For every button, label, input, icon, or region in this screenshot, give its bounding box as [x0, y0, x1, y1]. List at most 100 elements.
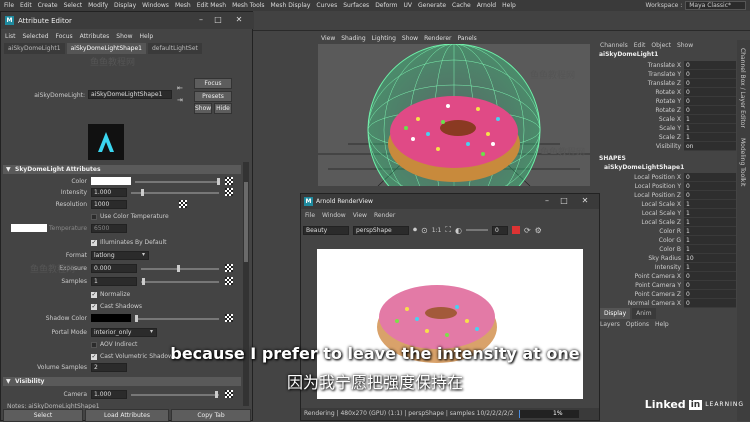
cb-row[interactable]: Rotate Y0 — [596, 97, 736, 106]
camera-slider[interactable] — [131, 391, 219, 398]
copy-tab-button[interactable]: Copy Tab — [171, 409, 251, 422]
vp-menu-shading[interactable]: Shading — [341, 35, 365, 42]
menu-modify[interactable]: Modify — [88, 2, 108, 9]
rv-minimize-icon[interactable]: – — [541, 196, 553, 205]
layer-menu-help[interactable]: Help — [655, 321, 669, 328]
intensity-slider[interactable] — [131, 189, 219, 196]
menu-edit[interactable]: Edit — [20, 2, 32, 9]
maximize-icon[interactable]: □ — [212, 15, 224, 24]
exposure-slider-rv[interactable] — [465, 229, 488, 231]
format-dropdown[interactable]: latlong — [91, 251, 149, 260]
samples-field[interactable]: 1 — [91, 277, 137, 286]
menu-select[interactable]: Select — [64, 2, 83, 9]
cb-row[interactable]: Rotate Z0 — [596, 106, 736, 115]
node-next-icon[interactable]: ⇥ — [177, 96, 183, 104]
vp-menu-panels[interactable]: Panels — [457, 35, 476, 42]
exposure-slider[interactable] — [141, 265, 219, 272]
color-correct-icon[interactable]: ◐ — [455, 226, 462, 235]
cb-row[interactable]: Local Position X0 — [596, 173, 736, 182]
color-slider[interactable] — [135, 178, 220, 185]
select-button[interactable]: Select — [3, 409, 83, 422]
cb-row[interactable]: Point Camera Z0 — [596, 290, 736, 299]
color-swatch[interactable] — [91, 177, 131, 185]
cb-row[interactable]: Translate Z0 — [596, 79, 736, 88]
menu-generate[interactable]: Generate — [418, 2, 446, 9]
menu-mesh-display[interactable]: Mesh Display — [271, 2, 311, 9]
menu-uv[interactable]: UV — [404, 2, 413, 9]
stop-render-icon[interactable] — [511, 226, 520, 234]
vp-menu-view[interactable]: View — [321, 35, 335, 42]
cb-row[interactable]: Translate Y0 — [596, 70, 736, 79]
settings-gear-icon[interactable]: ⚙ — [535, 226, 542, 235]
rv-menu-view[interactable]: View — [353, 212, 367, 219]
close-icon[interactable]: ✕ — [233, 15, 245, 24]
tab-modeling-toolkit[interactable]: Modeling Toolkit — [737, 136, 748, 188]
illuminates-default-checkbox[interactable]: ✓ Illuminates By Default — [91, 239, 166, 246]
menu-cache[interactable]: Cache — [452, 2, 471, 9]
cb-shape-name[interactable]: aiSkyDomeLightShape1 — [596, 164, 736, 173]
cb-menu-edit[interactable]: Edit — [634, 42, 646, 49]
rv-close-icon[interactable]: ✕ — [579, 196, 591, 205]
menu-mesh[interactable]: Mesh — [175, 2, 191, 9]
ae-menu-selected[interactable]: Selected — [23, 33, 49, 40]
intensity-map-icon[interactable] — [225, 188, 233, 196]
render-icon[interactable]: ⏺ — [413, 225, 417, 235]
cb-row[interactable]: Sky Radius 10 — [596, 254, 736, 263]
cb-row[interactable]: Color G1 — [596, 236, 736, 245]
menu-mesh-tools[interactable]: Mesh Tools — [232, 2, 264, 9]
layer-menu-options[interactable]: Options — [626, 321, 649, 328]
tab-channel-box-layer-editor[interactable]: Channel Box / Layer Editor — [737, 46, 748, 130]
cb-row[interactable]: Local Scale Z1 — [596, 218, 736, 227]
cb-row[interactable]: Rotate X0 — [596, 88, 736, 97]
portal-mode-dropdown[interactable]: interior_only — [91, 328, 157, 337]
shadow-color-map-icon[interactable] — [225, 314, 233, 322]
samples-map-icon[interactable] — [225, 277, 233, 285]
rv-maximize-icon[interactable]: □ — [558, 196, 570, 205]
focus-button[interactable]: Focus — [194, 78, 232, 89]
cb-row[interactable]: Local Scale X1 — [596, 200, 736, 209]
ae-menu-focus[interactable]: Focus — [56, 33, 73, 40]
menu-help[interactable]: Help — [502, 2, 516, 9]
menu-deform[interactable]: Deform — [375, 2, 397, 9]
ae-menu-attributes[interactable]: Attributes — [80, 33, 110, 40]
ae-menu-list[interactable]: List — [5, 33, 16, 40]
rv-titlebar[interactable]: M Arnold RenderView – □ ✕ — [301, 194, 599, 209]
cb-row[interactable]: Point Camera Y0 — [596, 281, 736, 290]
resolution-field[interactable]: 1000 — [91, 200, 127, 209]
cb-menu-object[interactable]: Object — [651, 42, 671, 49]
snapshot-icon[interactable]: ⊙ — [421, 226, 428, 235]
exposure-field[interactable]: 0.000 — [91, 264, 137, 273]
tab-anim-layers[interactable]: Anim — [632, 308, 656, 319]
node-prev-icon[interactable]: ⇤ — [177, 84, 183, 92]
rv-menu-file[interactable]: File — [305, 212, 315, 219]
cb-row[interactable]: Scale X1 — [596, 115, 736, 124]
camera-dropdown[interactable]: perspShape — [353, 225, 409, 235]
use-color-temp-checkbox[interactable]: Use Color Temperature — [91, 213, 169, 220]
load-attributes-button[interactable]: Load Attributes — [85, 409, 169, 422]
menu-edit-mesh[interactable]: Edit Mesh — [197, 2, 226, 9]
menu-surfaces[interactable]: Surfaces — [343, 2, 369, 9]
presets-button[interactable]: Presets — [194, 91, 232, 102]
cb-row[interactable]: Translate X0 — [596, 61, 736, 70]
refresh-icon[interactable]: ⟳ — [524, 226, 531, 235]
ae-scrollbar-thumb[interactable] — [244, 182, 248, 262]
viewport-panel[interactable] — [318, 43, 590, 217]
section-skydome-attributes[interactable]: ▼ SkyDomeLight Attributes — [3, 165, 241, 174]
cb-row[interactable]: Normal Camera X0 — [596, 299, 736, 308]
vp-menu-renderer[interactable]: Renderer — [424, 35, 451, 42]
menu-create[interactable]: Create — [38, 2, 58, 9]
ae-titlebar[interactable]: M Attribute Editor – □ ✕ — [1, 12, 254, 29]
cb-row[interactable]: Local Position Z0 — [596, 191, 736, 200]
layer-menu-layers[interactable]: Layers — [600, 321, 620, 328]
crop-icon[interactable]: ⛶ — [445, 225, 451, 235]
color-map-icon[interactable] — [225, 177, 233, 185]
minimize-icon[interactable]: – — [195, 15, 207, 24]
cb-row[interactable]: Scale Z1 — [596, 133, 736, 142]
cb-object-name[interactable]: aiSkyDomeLight1 — [596, 51, 736, 61]
ae-menu-show[interactable]: Show — [116, 33, 132, 40]
hide-button[interactable]: Hide — [214, 103, 232, 114]
tab-skydome-transform[interactable]: aiSkyDomeLight1 — [4, 43, 65, 54]
intensity-field[interactable]: 1.000 — [91, 188, 127, 197]
rv-menu-window[interactable]: Window — [322, 212, 346, 219]
vp-menu-lighting[interactable]: Lighting — [372, 35, 396, 42]
